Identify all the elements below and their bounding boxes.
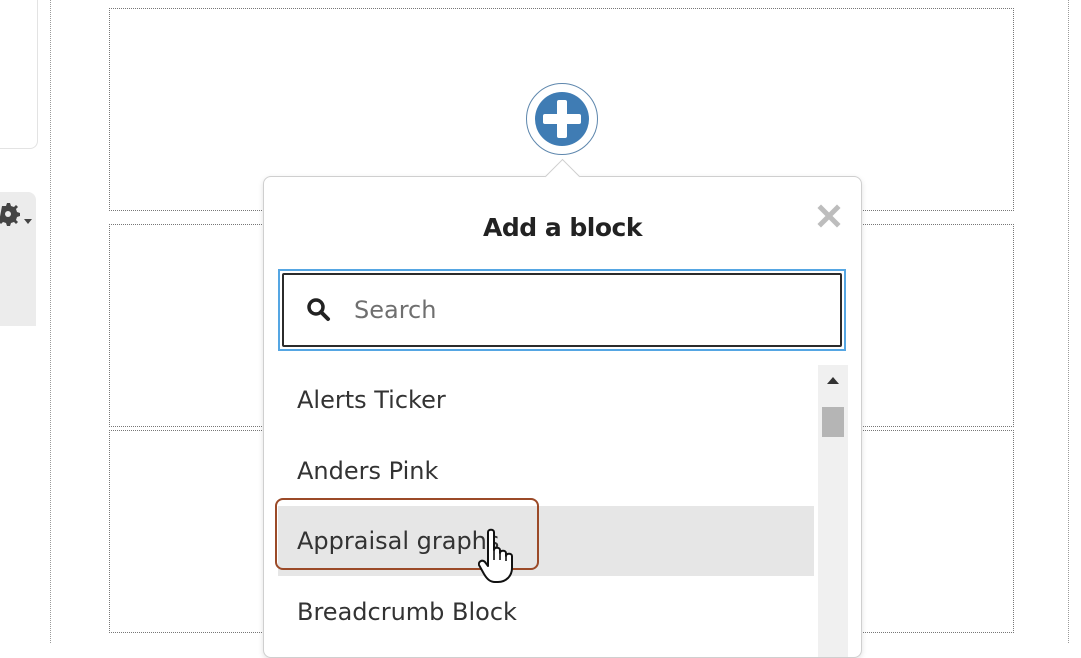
search-icon [307, 298, 330, 321]
search-input-wrapper[interactable] [282, 273, 842, 347]
scroll-up-button[interactable] [818, 365, 848, 395]
search-field [278, 269, 846, 351]
list-item-label: Appraisal graphs [297, 527, 500, 555]
close-button[interactable] [816, 203, 842, 229]
list-scrollbar[interactable] [818, 365, 848, 657]
block-settings-tab[interactable] [0, 192, 36, 326]
list-item[interactable]: Anders Pink [278, 436, 814, 506]
gear-icon[interactable] [0, 200, 34, 234]
close-icon[interactable] [816, 203, 842, 229]
add-block-button[interactable] [526, 83, 598, 155]
list-item-label: Anders Pink [297, 457, 439, 485]
triangle-up-icon [827, 377, 839, 384]
list-item-label: Alerts Ticker [297, 386, 446, 414]
search-input[interactable] [352, 295, 806, 325]
column-divider [50, 0, 51, 643]
scroll-thumb[interactable] [822, 407, 844, 437]
hand-pointer-icon [478, 528, 513, 583]
list-item-label: Breadcrumb Block [297, 598, 517, 626]
list-item[interactable]: Breadcrumb Block [278, 577, 814, 647]
list-item[interactable]: Appraisal graphs [278, 506, 814, 576]
column-divider [1068, 0, 1069, 643]
plus-circle-icon [535, 92, 589, 146]
add-block-popover: Add a block Alerts Ticker Anders Pink Ap… [263, 158, 862, 658]
list-item[interactable]: Alerts Ticker [278, 365, 814, 435]
block-list: Alerts Ticker Anders Pink Appraisal grap… [278, 365, 814, 657]
popover-title: Add a block [482, 213, 643, 242]
left-panel-card [0, 0, 38, 149]
